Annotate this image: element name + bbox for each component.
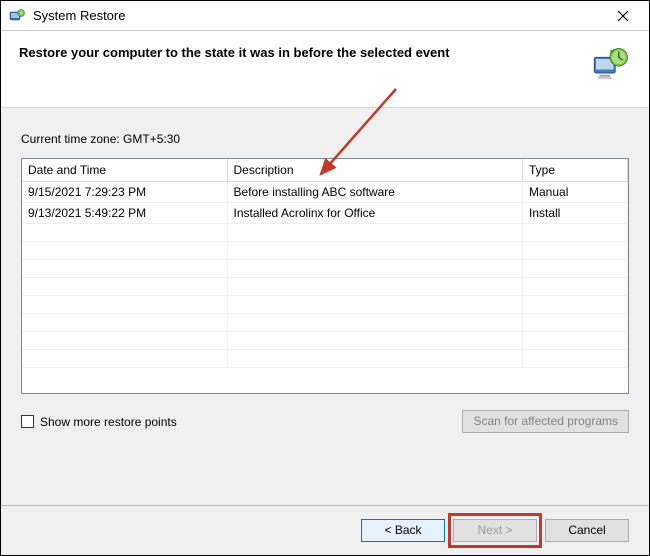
table-row[interactable]: 9/15/2021 7:29:23 PM Before installing A… — [22, 182, 628, 203]
table-row[interactable]: 9/13/2021 5:49:22 PM Installed Acrolinx … — [22, 203, 628, 224]
restore-points-table[interactable]: Date and Time Description Type 9/15/2021… — [21, 158, 629, 394]
table-header-row: Date and Time Description Type — [22, 159, 628, 182]
show-more-checkbox[interactable]: Show more restore points — [21, 415, 177, 429]
cell-desc: Before installing ABC software — [227, 182, 523, 203]
timezone-label: Current time zone: GMT+5:30 — [21, 132, 629, 146]
cell-type: Manual — [523, 182, 628, 203]
cell-type: Install — [523, 203, 628, 224]
col-date-header[interactable]: Date and Time — [22, 159, 227, 182]
back-button[interactable]: < Back — [361, 519, 445, 542]
show-more-label: Show more restore points — [40, 415, 177, 429]
col-desc-header[interactable]: Description — [227, 159, 523, 182]
body-panel: Current time zone: GMT+5:30 Date and Tim… — [1, 107, 649, 505]
scan-affected-button[interactable]: Scan for affected programs — [462, 410, 629, 433]
checkbox-icon — [21, 415, 34, 428]
window-title: System Restore — [29, 8, 605, 23]
cell-desc: Installed Acrolinx for Office — [227, 203, 523, 224]
cell-date: 9/15/2021 7:29:23 PM — [22, 182, 227, 203]
next-button[interactable]: Next > — [453, 519, 537, 542]
titlebar: System Restore — [1, 1, 649, 31]
page-heading: Restore your computer to the state it wa… — [19, 45, 589, 60]
header: Restore your computer to the state it wa… — [1, 31, 649, 107]
system-restore-icon — [9, 8, 25, 24]
button-bar: < Back Next > Cancel — [1, 505, 649, 555]
col-type-header[interactable]: Type — [523, 159, 628, 182]
cancel-button[interactable]: Cancel — [545, 519, 629, 542]
cell-date: 9/13/2021 5:49:22 PM — [22, 203, 227, 224]
system-restore-window: System Restore Restore your computer to … — [0, 0, 650, 556]
restore-hero-icon — [589, 45, 631, 87]
close-button[interactable] — [605, 2, 641, 30]
